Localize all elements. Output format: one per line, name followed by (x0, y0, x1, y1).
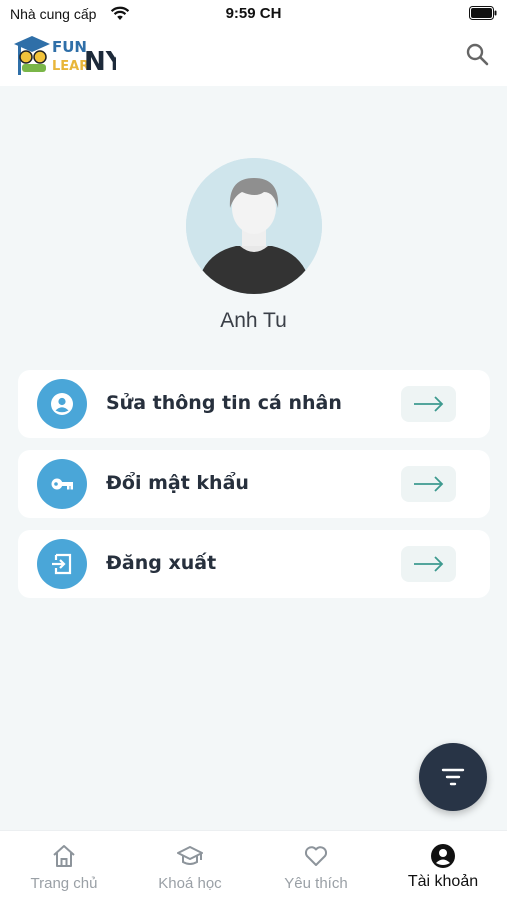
nav-label: Khoá học (158, 875, 222, 892)
avatar[interactable] (186, 158, 322, 294)
avatar-silhouette-icon (186, 158, 322, 294)
nav-label: Yêu thích (284, 875, 348, 892)
home-icon (53, 845, 75, 867)
logout-card[interactable]: Đăng xuất (18, 530, 490, 598)
logout-icon (37, 539, 87, 589)
filter-icon (441, 768, 465, 786)
arrow-right-button[interactable] (401, 466, 456, 502)
bottom-nav: Trang chủ Khoá học Yêu thích Tài khoản (0, 830, 507, 900)
arrow-right-icon (414, 396, 444, 412)
key-icon (37, 459, 87, 509)
filter-fab-button[interactable] (419, 743, 487, 811)
battery-icon (469, 6, 497, 20)
menu-label: Sửa thông tin cá nhân (106, 392, 342, 414)
status-bar: Nhà cung cấp 9:59 CH (0, 0, 507, 28)
arrow-right-button[interactable] (401, 386, 456, 422)
user-circle-icon (37, 379, 87, 429)
arrow-right-button[interactable] (401, 546, 456, 582)
menu-label: Đăng xuất (106, 552, 217, 574)
arrow-right-icon (414, 556, 444, 572)
funny-learn-logo[interactable]: FUN LEAR NY (12, 32, 116, 78)
svg-text:NY: NY (84, 47, 116, 77)
nav-label: Tài khoản (407, 873, 479, 890)
status-time: 9:59 CH (225, 5, 282, 22)
nav-item-favorites[interactable]: Yêu thích (253, 831, 379, 900)
app-header: FUN LEAR NY (0, 28, 507, 86)
arrow-right-icon (414, 476, 444, 492)
change-password-card[interactable]: Đổi mật khẩu (18, 450, 490, 518)
nav-label: Trang chủ (30, 875, 98, 892)
account-icon (431, 844, 455, 868)
nav-item-account[interactable]: Tài khoản (380, 831, 506, 900)
menu-label: Đổi mật khẩu (106, 472, 249, 494)
nav-item-courses[interactable]: Khoá học (127, 831, 253, 900)
nav-item-home[interactable]: Trang chủ (1, 831, 127, 900)
svg-text:FUN: FUN (52, 38, 87, 56)
graduation-cap-icon (177, 846, 203, 865)
user-name: Anh Tu (220, 309, 287, 332)
edit-profile-card[interactable]: Sửa thông tin cá nhân (18, 370, 490, 438)
heart-icon (304, 846, 328, 866)
search-icon[interactable] (465, 42, 489, 66)
